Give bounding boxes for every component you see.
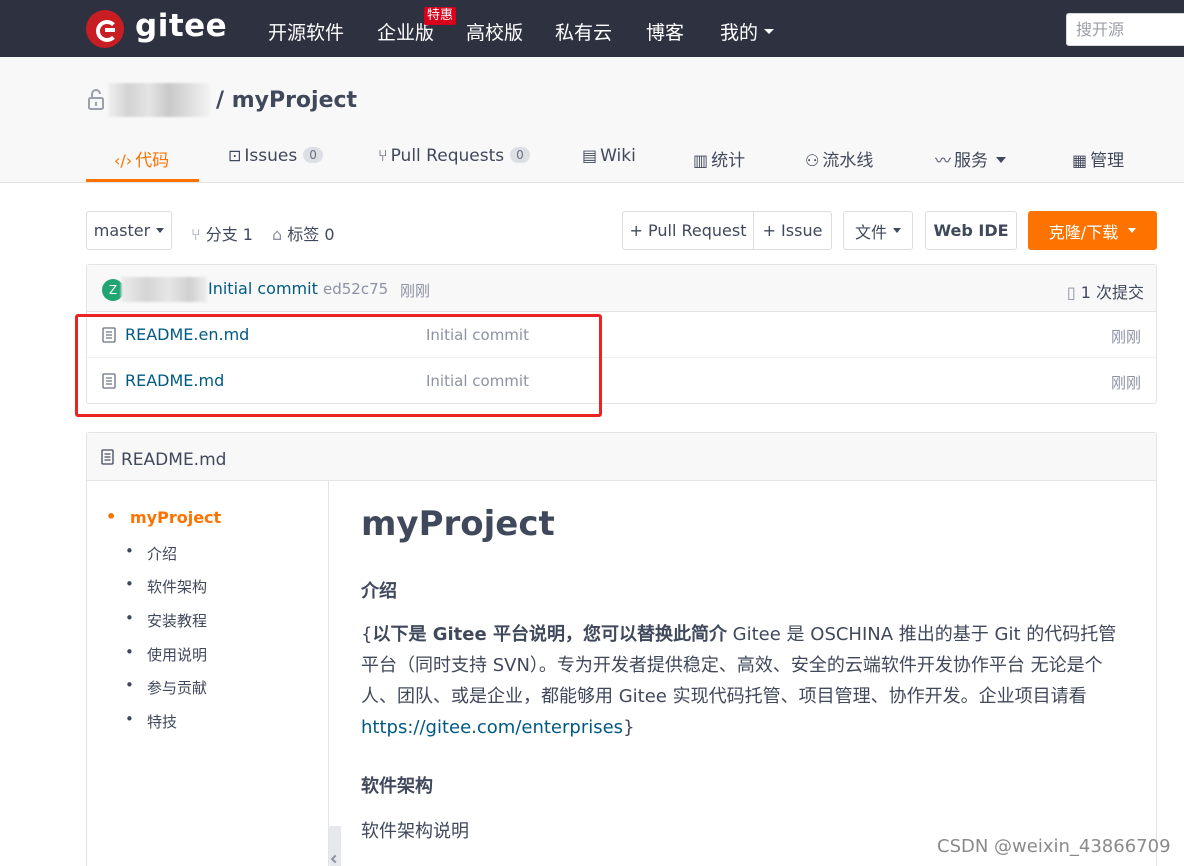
commit-message-link[interactable]: Initial commit: [208, 279, 318, 298]
tag-icon: ⌂: [272, 225, 288, 244]
chevron-down-icon[interactable]: [764, 29, 774, 34]
toc-item[interactable]: 介绍: [125, 542, 177, 564]
toc-collapse-handle[interactable]: [329, 826, 341, 866]
file-commit-link[interactable]: Initial commit: [426, 326, 529, 344]
readme-arch-paragraph: 软件架构说明: [361, 821, 469, 842]
tab-stats[interactable]: ▥ 统计: [693, 146, 745, 171]
file-name-link[interactable]: README.en.md: [125, 325, 249, 344]
manage-icon: ▦: [1072, 151, 1088, 170]
new-issue-button[interactable]: + Issue: [754, 211, 832, 250]
pull-requests-count: 0: [510, 147, 530, 163]
tab-issues[interactable]: ⊡ Issues 0: [228, 146, 323, 166]
issues-count: 0: [303, 147, 323, 163]
gitee-logo-icon[interactable]: [86, 10, 124, 48]
commit-sha-link[interactable]: ed52c75: [323, 280, 388, 298]
file-list: Z Initial commit ed52c75 刚刚 ▯ 1 次提交 READ…: [86, 264, 1157, 404]
clone-download-button[interactable]: 克隆/下载: [1028, 211, 1157, 250]
toc-item[interactable]: 使用说明: [125, 643, 207, 665]
readme-heading: myProject: [361, 504, 555, 544]
pull-request-icon: ⑂: [378, 146, 388, 165]
toc-item[interactable]: 特技: [125, 710, 177, 732]
file-time: 刚刚: [1110, 374, 1141, 392]
commit-count-link[interactable]: ▯ 1 次提交: [1067, 279, 1144, 303]
file-row[interactable]: README.md Initial commit 刚刚: [87, 358, 1156, 404]
enterprises-link[interactable]: https://gitee.com/enterprises: [361, 717, 623, 738]
nav-education[interactable]: 高校版: [466, 18, 523, 45]
file-name-link[interactable]: README.md: [125, 371, 224, 390]
readme-section-heading: 软件架构: [361, 776, 433, 797]
branches-link[interactable]: ⑂ 分支 1: [191, 221, 253, 245]
toc-item[interactable]: 参与贡献: [125, 676, 207, 698]
chevron-down-icon: [996, 157, 1007, 163]
unlock-icon: [88, 89, 104, 110]
document-icon: [101, 449, 114, 465]
top-navbar: gitee 开源软件 企业版 特惠 高校版 私有云 博客 我的: [0, 0, 1184, 57]
tab-pull-requests[interactable]: ⑂ Pull Requests 0: [378, 146, 530, 166]
tab-service[interactable]: 〰服务: [935, 146, 1007, 171]
tab-wiki[interactable]: ▤ Wiki: [582, 146, 636, 166]
tab-manage[interactable]: ▦ 管理: [1072, 146, 1124, 171]
readme-intro-paragraph: {以下是 Gitee 平台说明，您可以替换此简介 Gitee 是 OSCHINA…: [361, 624, 1117, 738]
file-icon: [102, 373, 116, 389]
web-ide-button[interactable]: Web IDE: [925, 211, 1017, 250]
stats-icon: ▥: [693, 151, 709, 170]
branch-select[interactable]: master: [86, 211, 172, 250]
pipeline-icon: ⚇: [805, 151, 820, 170]
owner-name-redacted: [108, 83, 210, 117]
code-icon: ‹/›: [114, 151, 133, 170]
search-input[interactable]: [1066, 13, 1184, 46]
active-tab-indicator: [86, 179, 199, 182]
readme-toc: myProject 介绍 软件架构 安装教程 使用说明 参与贡献 特技: [87, 481, 329, 866]
wiki-icon: ▤: [582, 146, 598, 165]
nav-private-cloud[interactable]: 私有云: [555, 18, 612, 45]
tab-pipeline[interactable]: ⚇ 流水线: [805, 146, 873, 171]
latest-commit-bar: Z Initial commit ed52c75 刚刚 ▯ 1 次提交: [87, 265, 1156, 312]
tags-link[interactable]: ⌂ 标签 0: [272, 221, 335, 245]
toc-item[interactable]: 安装教程: [125, 609, 207, 631]
readme-section-heading: 介绍: [361, 581, 397, 602]
author-name-redacted: [121, 277, 207, 302]
commit-time: 刚刚: [400, 282, 431, 300]
nav-blog[interactable]: 博客: [646, 18, 684, 45]
commits-icon: ▯: [1066, 283, 1081, 302]
repo-title[interactable]: / myProject: [216, 88, 357, 113]
file-row[interactable]: README.en.md Initial commit 刚刚: [87, 312, 1156, 358]
file-menu-button[interactable]: 文件: [843, 211, 913, 250]
tab-code[interactable]: ‹/› 代码: [114, 146, 169, 171]
issues-icon: ⊡: [228, 146, 242, 165]
nav-mine[interactable]: 我的: [720, 18, 758, 45]
toc-item[interactable]: 软件架构: [125, 575, 207, 597]
promo-badge: 特惠: [424, 7, 457, 25]
file-icon: [102, 327, 116, 343]
new-pull-request-button[interactable]: + Pull Request: [622, 211, 754, 250]
file-time: 刚刚: [1110, 328, 1141, 346]
chevron-down-icon: [1128, 228, 1137, 233]
branch-icon: ⑂: [191, 225, 206, 244]
service-icon: 〰: [935, 151, 952, 170]
readme-filename: README.md: [121, 450, 227, 470]
brand-name[interactable]: gitee: [135, 8, 227, 44]
toc-item[interactable]: myProject: [106, 507, 221, 527]
chevron-down-icon: [156, 228, 165, 233]
readme-header: README.md: [87, 433, 1156, 481]
nav-open-source[interactable]: 开源软件: [268, 18, 344, 45]
file-commit-link[interactable]: Initial commit: [426, 372, 529, 390]
chevron-down-icon: [893, 228, 901, 233]
watermark: CSDN @weixin_43866709: [937, 836, 1171, 857]
